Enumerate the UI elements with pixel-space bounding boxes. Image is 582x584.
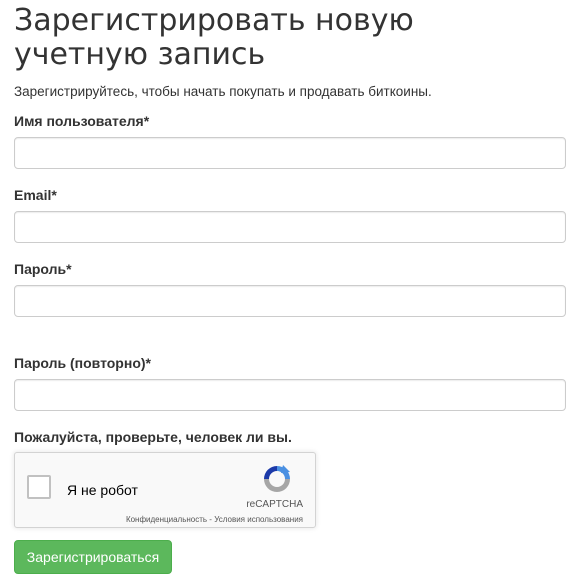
recaptcha-widget: Я не робот reCAPTCHA Конфиденциальность … — [14, 452, 316, 528]
password-label: Пароль* — [14, 261, 72, 277]
recaptcha-checkbox-label: Я не робот — [67, 482, 138, 498]
recaptcha-logo-icon — [264, 465, 290, 492]
page-subtitle: Зарегистрируйтесь, чтобы начать покупать… — [14, 84, 432, 99]
password-repeat-label: Пароль (повторно)* — [14, 355, 151, 371]
page-title: Зарегистрировать новую учетную запись — [14, 3, 414, 72]
username-input[interactable] — [14, 137, 566, 169]
email-input[interactable] — [14, 211, 566, 243]
register-button[interactable]: Зарегистрироваться — [14, 540, 172, 574]
captcha-prompt: Пожалуйста, проверьте, человек ли вы. — [14, 429, 292, 445]
email-label: Email* — [14, 187, 57, 203]
recaptcha-brand: reCAPTCHA — [246, 499, 303, 510]
recaptcha-links[interactable]: Конфиденциальность - Условия использован… — [126, 515, 303, 524]
username-label: Имя пользователя* — [14, 113, 150, 129]
password-repeat-input[interactable] — [14, 379, 566, 411]
password-input[interactable] — [14, 285, 566, 317]
recaptcha-checkbox[interactable] — [27, 475, 51, 499]
